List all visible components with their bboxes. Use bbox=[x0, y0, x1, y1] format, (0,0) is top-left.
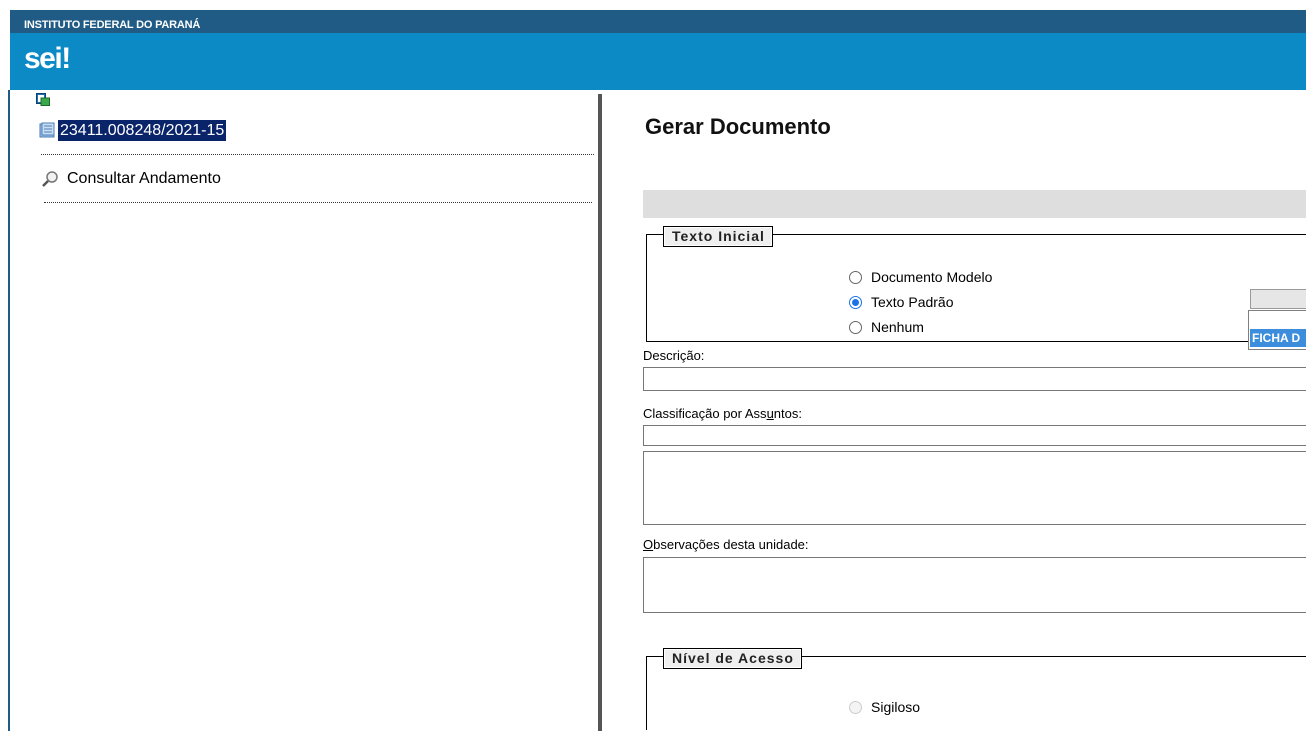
sei-logo[interactable]: sei! bbox=[24, 42, 71, 76]
observacoes-label-part: bservações desta unidade: bbox=[653, 537, 809, 552]
nivel-acesso-fieldset: Nível de Acesso Sigiloso bbox=[646, 648, 1306, 730]
descricao-input[interactable] bbox=[643, 367, 1306, 391]
observacoes-label-accesskey: O bbox=[643, 537, 654, 552]
radio-label: Texto Padrão bbox=[871, 294, 954, 310]
institution-bar: INSTITUTO FEDERAL DO PARANÁ bbox=[10, 10, 1306, 33]
classificacao-label-part: Classificação por Ass bbox=[643, 406, 767, 421]
radio-circle[interactable] bbox=[849, 700, 862, 714]
nivel-acesso-legend: Nível de Acesso bbox=[663, 648, 802, 669]
top-strip bbox=[0, 0, 1306, 10]
radio-nenhum[interactable]: Nenhum bbox=[849, 319, 924, 335]
radio-label: Documento Modelo bbox=[871, 269, 993, 285]
magnifier-icon bbox=[42, 171, 58, 187]
panel-splitter[interactable] bbox=[598, 94, 602, 731]
radio-documento-modelo[interactable]: Documento Modelo bbox=[849, 269, 992, 285]
template-combo-input[interactable] bbox=[1250, 289, 1306, 309]
consultar-andamento-link[interactable]: Consultar Andamento bbox=[41, 170, 221, 188]
brand-bar: sei! bbox=[10, 33, 1306, 90]
observacoes-textarea[interactable] bbox=[643, 557, 1306, 613]
radio-sigiloso[interactable]: Sigiloso bbox=[849, 699, 920, 715]
radio-label: Nenhum bbox=[871, 319, 924, 335]
classificacao-label: Classificação por Assuntos: bbox=[643, 406, 802, 421]
divider bbox=[41, 154, 594, 155]
consultar-andamento-label: Consultar Andamento bbox=[67, 170, 221, 187]
tree-toggle-icon[interactable] bbox=[36, 93, 50, 106]
page-title: Gerar Documento bbox=[645, 114, 831, 139]
classificacao-list[interactable] bbox=[643, 451, 1306, 525]
texto-inicial-legend-text: Texto Inicial bbox=[664, 227, 772, 246]
logo-text: sei bbox=[24, 42, 63, 75]
classificacao-search-input[interactable] bbox=[643, 425, 1306, 446]
observacoes-label: Observações desta unidade: bbox=[643, 537, 809, 552]
toolbar-bar bbox=[643, 190, 1306, 218]
main-content: Gerar Documento Texto Inicial Documento … bbox=[603, 90, 1306, 731]
classificacao-label-accesskey: u bbox=[766, 406, 774, 421]
template-dropdown-list[interactable]: FICHA D bbox=[1248, 310, 1306, 350]
descricao-label: Descrição: bbox=[643, 348, 705, 363]
template-option-selected[interactable]: FICHA D bbox=[1250, 329, 1306, 347]
nivel-acesso-legend-text: Nível de Acesso bbox=[664, 649, 801, 668]
radio-label: Sigiloso bbox=[871, 699, 921, 715]
process-node[interactable]: 23411.008248/2021-15 bbox=[39, 119, 227, 141]
institution-name: INSTITUTO FEDERAL DO PARANÁ bbox=[24, 19, 201, 31]
process-number-link[interactable]: 23411.008248/2021-15 bbox=[58, 119, 227, 141]
divider bbox=[44, 202, 592, 203]
logo-bang: ! bbox=[61, 42, 71, 75]
classificacao-label-part: ntos: bbox=[773, 406, 802, 421]
radio-circle[interactable] bbox=[849, 320, 862, 334]
texto-inicial-legend: Texto Inicial bbox=[663, 226, 773, 247]
radio-circle[interactable] bbox=[849, 295, 862, 309]
texto-inicial-fieldset: Texto Inicial Documento Modelo Texto Pad… bbox=[646, 226, 1306, 342]
radio-texto-padrao[interactable]: Texto Padrão bbox=[849, 294, 954, 310]
process-folder-icon bbox=[39, 122, 55, 138]
process-tree-panel: 23411.008248/2021-15 Consultar Andamento bbox=[10, 90, 600, 731]
radio-circle[interactable] bbox=[849, 270, 862, 284]
